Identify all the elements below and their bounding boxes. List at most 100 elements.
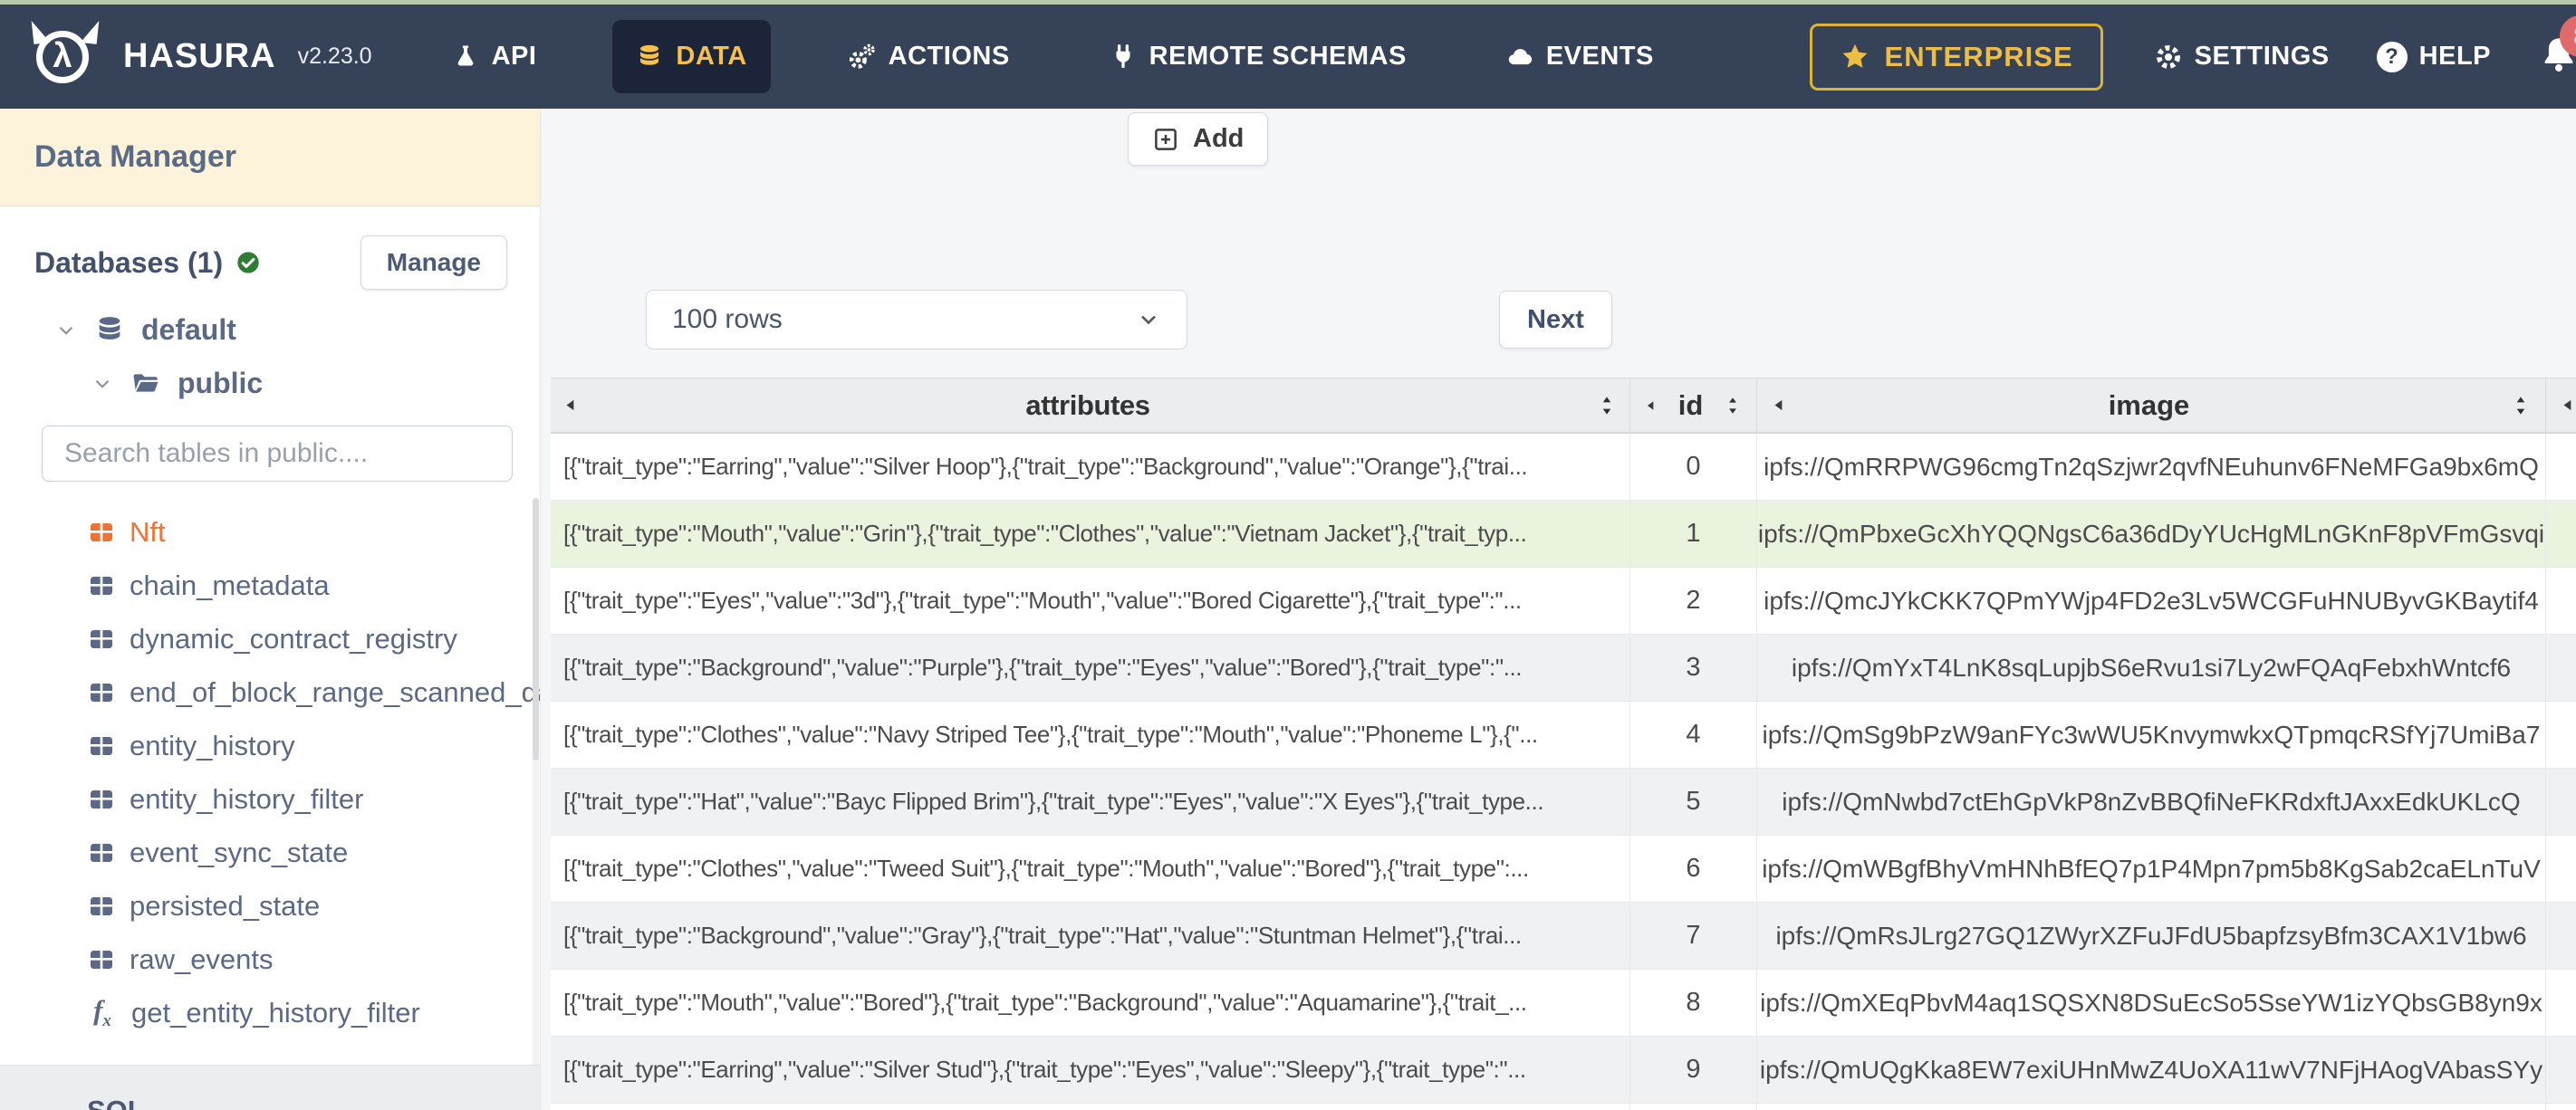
- chevron-down-icon[interactable]: [54, 319, 78, 342]
- sidebar-scrollbar[interactable]: [533, 498, 539, 1096]
- sidebar-table-item[interactable]: dynamic_contract_registry: [0, 612, 540, 665]
- chevron-down-icon[interactable]: [91, 372, 114, 396]
- table-row[interactable]: [{"trait_type":"Clothes","value":"Tweed …: [551, 836, 2576, 903]
- cell-image: ipfs://QmWBgfBhyVmHNhBfEQ7p1P4Mpn7pm5b8K…: [1757, 836, 2546, 902]
- notifications-button[interactable]: 8: [2538, 15, 2576, 80]
- cell-extra: [2546, 702, 2576, 768]
- nav-item-actions[interactable]: ACTIONS: [823, 20, 1033, 93]
- sidebar-sql-section[interactable]: SQL: [0, 1065, 540, 1110]
- cell-id: 7: [1630, 903, 1757, 969]
- hasura-logo-icon[interactable]: λ: [31, 18, 101, 92]
- table-body: [{"trait_type":"Earring","value":"Silver…: [551, 434, 2576, 1110]
- cell-id: 8: [1630, 970, 1757, 1036]
- check-circle-icon: [237, 252, 259, 273]
- flask-icon: [457, 45, 473, 65]
- cell-image: ipfs://QmRRPWG96cmgTn2qSzjwr2qvfNEuhunv6…: [1757, 434, 2546, 500]
- data-table: attributes id image [{"trait_type":"Earr…: [551, 378, 2576, 1110]
- table-row[interactable]: [{"trait_type":"Background","value":"Gra…: [551, 903, 2576, 970]
- collapse-column-icon[interactable]: [1772, 397, 1787, 413]
- table-row[interactable]: [{"trait_type":"Earring","value":"Silver…: [551, 1037, 2576, 1104]
- data-manager-sidebar: Data Manager Databases (1) Manage defaul…: [0, 109, 541, 1110]
- cell-attributes: [{"trait_type":"Mouth","value":"Bored"},…: [551, 970, 1630, 1036]
- tables-list: Nft chain_metadata dynamic_contract_regi…: [0, 505, 540, 1039]
- sidebar-table-item[interactable]: entity_history: [0, 719, 540, 772]
- sidebar-table-item[interactable]: Nft: [0, 505, 540, 559]
- nav-item-remote-schemas[interactable]: REMOTE SCHEMAS: [1086, 20, 1430, 93]
- collapse-column-icon[interactable]: [2561, 397, 2576, 413]
- cell-id: 0: [1630, 434, 1757, 500]
- cloud-icon: [1508, 48, 1532, 64]
- manage-button[interactable]: Manage: [360, 235, 507, 290]
- table-row[interactable]: [{"trait_type":"Background","value":"Pur…: [551, 635, 2576, 702]
- column-label: id: [1677, 388, 1704, 421]
- sort-icon[interactable]: [2511, 394, 2531, 417]
- column-header-image[interactable]: image: [1757, 378, 2546, 432]
- cell-attributes: [{"trait_type":"Eyes","value":"3d"},{"tr…: [551, 568, 1630, 634]
- cell-image: ipfs://QmcJYkCKK7QPmYWjp4FD2e3Lv5WCGFuHN…: [1757, 568, 2546, 634]
- cell-attributes: [{"trait_type":"Background","value":"Pur…: [551, 635, 1630, 701]
- scrollbar-thumb[interactable]: [533, 498, 539, 761]
- table-row-partial: [551, 1104, 2576, 1110]
- nav-item-label: API: [491, 42, 537, 71]
- cell-image: ipfs://QmUQgKka8EW7exiUHnMwZ4UoXA11wV7NF…: [1757, 1037, 2546, 1103]
- sidebar-function-item[interactable]: fx get_entity_history_filter: [0, 986, 540, 1039]
- collapse-column-icon[interactable]: [563, 397, 579, 413]
- cell-id: 6: [1630, 836, 1757, 902]
- database-icon: [640, 44, 659, 65]
- sidebar-table-item[interactable]: end_of_block_range_scanned_data: [0, 665, 540, 719]
- table-row[interactable]: [{"trait_type":"Eyes","value":"3d"},{"tr…: [551, 568, 2576, 635]
- sidebar-table-item[interactable]: chain_metadata: [0, 559, 540, 612]
- nav-item-label: REMOTE SCHEMAS: [1149, 42, 1407, 71]
- cell-attributes: [{"trait_type":"Clothes","value":"Navy S…: [551, 702, 1630, 768]
- settings-link[interactable]: SETTINGS: [2154, 42, 2330, 72]
- nav-item-data[interactable]: DATA: [612, 20, 771, 93]
- table-name-label: Nft: [130, 515, 166, 548]
- table-row[interactable]: [{"trait_type":"Earring","value":"Silver…: [551, 434, 2576, 501]
- sidebar-table-item[interactable]: event_sync_state: [0, 826, 540, 879]
- column-header-attributes[interactable]: attributes: [551, 378, 1630, 432]
- cell-attributes: [{"trait_type":"Hat","value":"Bayc Flipp…: [551, 769, 1630, 835]
- table-name-label: event_sync_state: [130, 836, 349, 868]
- sidebar-table-item[interactable]: raw_events: [0, 933, 540, 986]
- top-navbar: λ HASURA v2.23.0 API DATA ACTIONS REMOTE…: [0, 5, 2576, 109]
- chevron-down-icon: [1136, 307, 1161, 332]
- rows-limit-select[interactable]: 100 rows: [646, 290, 1187, 349]
- tree-item-label: default: [141, 313, 236, 346]
- cell-extra: [2546, 903, 2576, 969]
- tree-item-label: public: [178, 367, 264, 399]
- enterprise-button[interactable]: ENTERPRISE: [1809, 23, 2103, 91]
- cell-attributes: [{"trait_type":"Earring","value":"Silver…: [551, 1037, 1630, 1103]
- tree-item-database-default[interactable]: default: [54, 313, 540, 347]
- table-row[interactable]: [{"trait_type":"Mouth","value":"Bored"},…: [551, 970, 2576, 1037]
- gears-icon: [849, 43, 875, 69]
- cell-image: ipfs://QmRsJLrg27GQ1ZWyrXZFuJFdU5bapfzsy…: [1757, 903, 2546, 969]
- nav-item-events[interactable]: EVENTS: [1483, 20, 1677, 93]
- search-tables-input[interactable]: [42, 426, 513, 482]
- table-row[interactable]: [{"trait_type":"Mouth","value":"Grin"},{…: [551, 501, 2576, 568]
- sort-icon[interactable]: [1597, 394, 1617, 417]
- table-grid-icon: [91, 576, 112, 595]
- add-row-button[interactable]: Add: [1128, 112, 1269, 166]
- sort-icon[interactable]: [1724, 394, 1742, 417]
- tree-item-schema-public[interactable]: public: [91, 367, 540, 400]
- sql-label: SQL: [87, 1095, 540, 1110]
- logo-lambda: λ: [53, 37, 72, 75]
- cell-id: 3: [1630, 635, 1757, 701]
- help-link[interactable]: ? HELP: [2376, 41, 2491, 72]
- cell-extra: [2546, 769, 2576, 835]
- cell-extra: [2546, 1037, 2576, 1103]
- sidebar-table-item[interactable]: entity_history_filter: [0, 772, 540, 826]
- help-label: HELP: [2418, 42, 2491, 71]
- collapse-column-icon[interactable]: [1645, 399, 1658, 412]
- table-row[interactable]: [{"trait_type":"Hat","value":"Bayc Flipp…: [551, 769, 2576, 836]
- table-row[interactable]: [{"trait_type":"Clothes","value":"Navy S…: [551, 702, 2576, 769]
- sidebar-table-item[interactable]: persisted_state: [0, 879, 540, 933]
- next-page-button[interactable]: Next: [1499, 291, 1612, 349]
- table-grid-icon: [91, 683, 112, 702]
- column-header-next[interactable]: [2546, 378, 2576, 432]
- cell-image: ipfs://QmSg9bPzW9anFYc3wWU5KnvymwkxQTpmq…: [1757, 702, 2546, 768]
- cell-image: ipfs://QmPbxeGcXhYQQNgsC6a36dDyYUcHgMLnG…: [1757, 501, 2546, 567]
- nav-item-api[interactable]: API: [428, 20, 561, 93]
- star-icon: [1842, 43, 1867, 68]
- column-header-id[interactable]: id: [1630, 378, 1757, 432]
